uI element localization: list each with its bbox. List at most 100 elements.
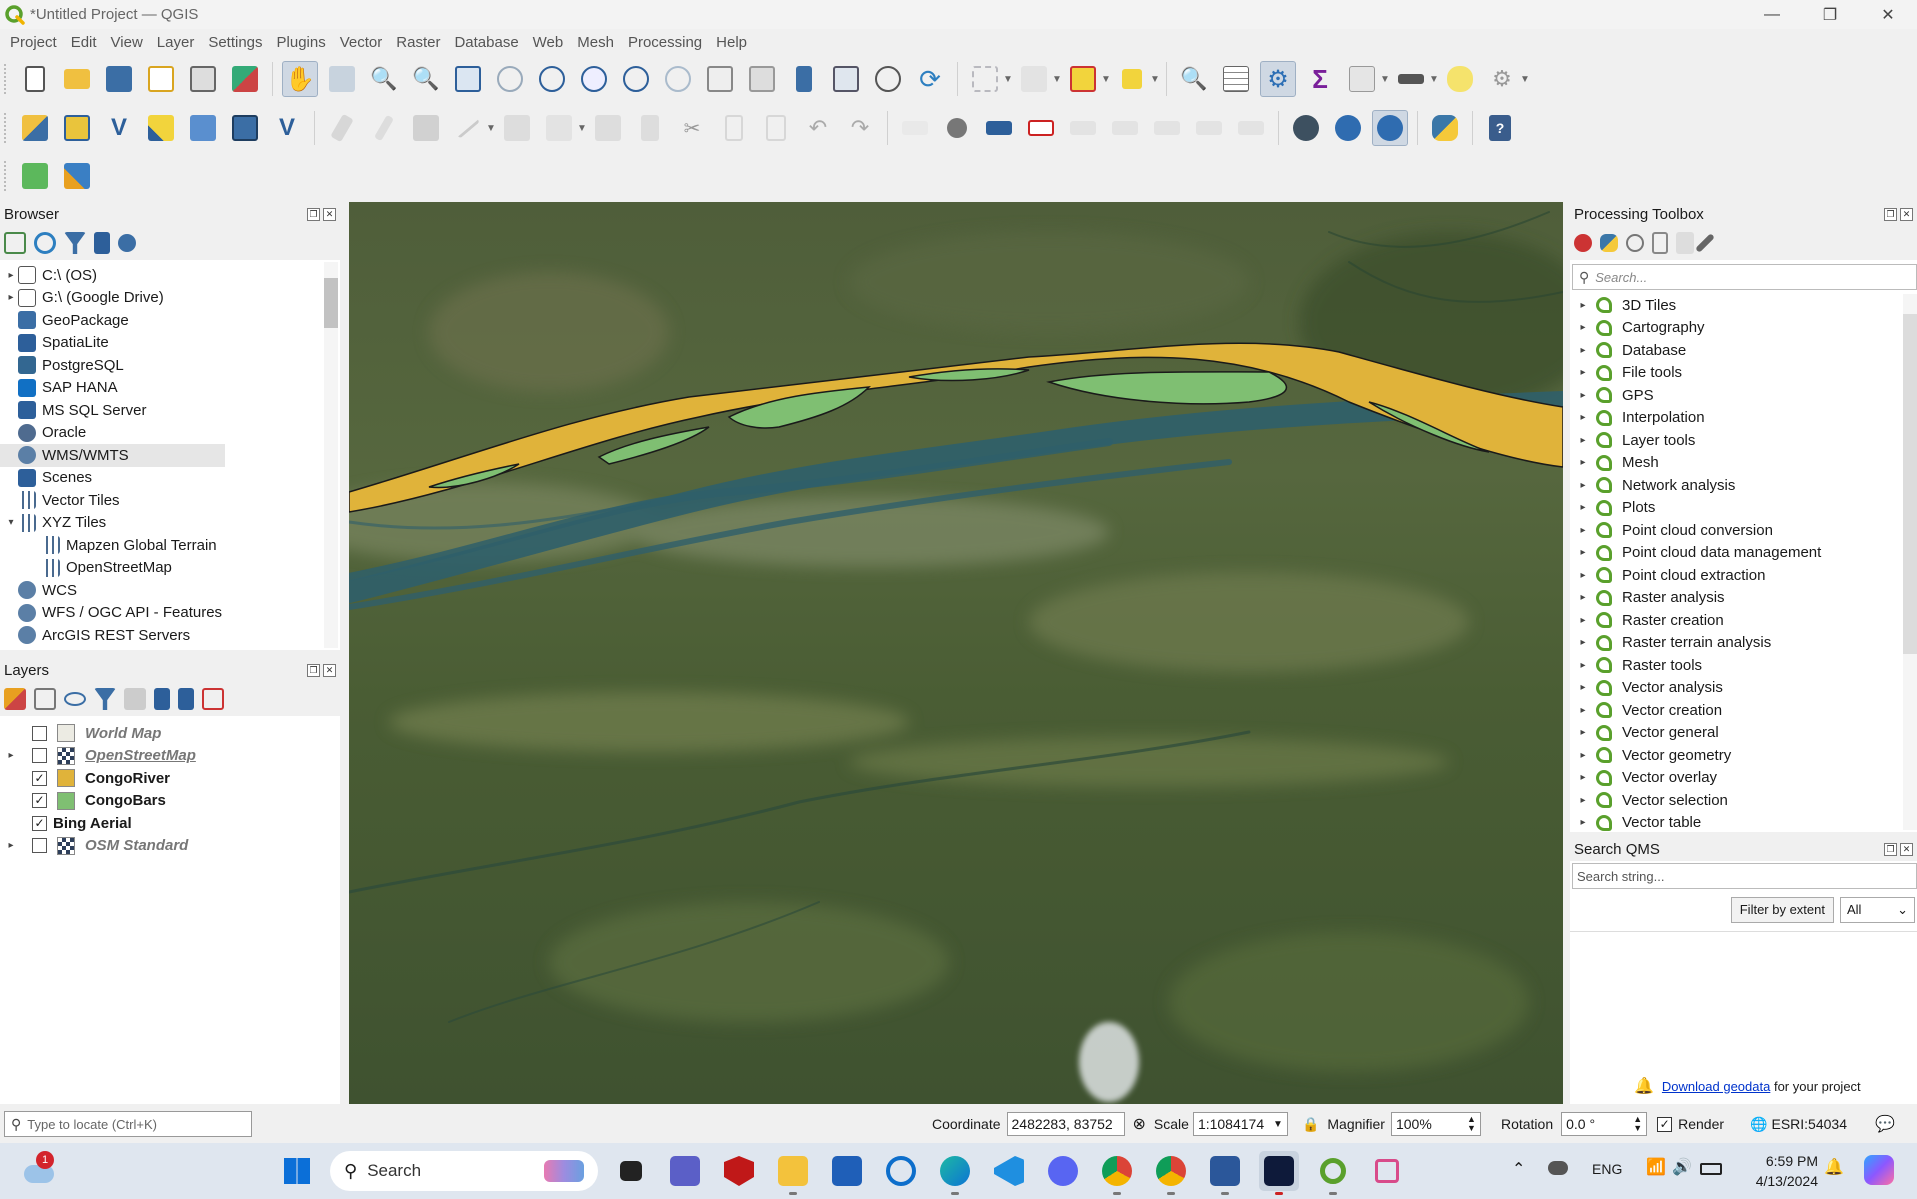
processing-group[interactable]: ▸ Point cloud extraction <box>1570 564 1917 587</box>
taskbar-app-cortana[interactable] <box>881 1151 921 1191</box>
taskbar-app-teams[interactable] <box>665 1151 705 1191</box>
search-qms-button[interactable] <box>1372 110 1408 146</box>
new-map-view-button[interactable] <box>702 61 738 97</box>
close-panel-button[interactable]: ✕ <box>1900 207 1913 221</box>
chevron-right-icon[interactable]: ▸ <box>4 292 18 303</box>
chevron-right-icon[interactable]: ▸ <box>1576 390 1590 401</box>
menu-edit[interactable]: Edit <box>65 34 105 51</box>
browser-item[interactable]: ArcGIS REST Servers <box>0 624 340 644</box>
browser-item[interactable]: ▸ G:\ (Google Drive) <box>0 287 340 310</box>
processing-group[interactable]: ▸ Vector selection <box>1570 789 1917 812</box>
style-layer-icon[interactable] <box>4 688 26 710</box>
menu-web[interactable]: Web <box>527 34 572 51</box>
processing-group[interactable]: ▸ Raster creation <box>1570 609 1917 632</box>
taskbar-app-qgis[interactable] <box>1313 1151 1353 1195</box>
add-selected-layers-icon[interactable] <box>4 232 26 254</box>
taskbar-app-mcafee[interactable] <box>719 1151 759 1191</box>
crs-label[interactable]: ESRI:54034 <box>1771 1116 1847 1132</box>
menu-processing[interactable]: Processing <box>622 34 710 51</box>
processing-group[interactable]: ▸ Vector overlay <box>1570 767 1917 790</box>
chevron-down-icon[interactable]: ▾ <box>4 517 18 528</box>
new-shapefile-button[interactable]: V <box>101 110 137 146</box>
visibility-eye-icon[interactable] <box>64 692 86 706</box>
python-scripts-icon[interactable] <box>1600 234 1618 252</box>
processing-group[interactable]: ▸ Point cloud conversion <box>1570 519 1917 542</box>
copy-features-button[interactable] <box>716 110 752 146</box>
collapse-all-icon[interactable] <box>94 232 110 254</box>
processing-search-box[interactable]: ⚲ Search... <box>1572 264 1917 290</box>
options-wrench-icon[interactable] <box>1695 233 1715 253</box>
quick-osm-button[interactable] <box>17 158 53 194</box>
style-manager-button[interactable] <box>227 61 263 97</box>
refresh-icon[interactable] <box>34 232 56 254</box>
filter-icon[interactable] <box>64 232 86 254</box>
refresh-button[interactable]: ⟳ <box>912 61 948 97</box>
current-edits-button[interactable] <box>324 110 360 146</box>
layer-item[interactable]: World Map <box>0 722 340 745</box>
chevron-right-icon[interactable]: ▸ <box>1576 705 1590 716</box>
plugin-tool-button[interactable] <box>59 158 95 194</box>
processing-toolbox-button[interactable]: ⚙ <box>1260 61 1296 97</box>
wifi-icon[interactable]: 📶 <box>1646 1157 1666 1177</box>
toolbar-grip[interactable] <box>4 64 10 94</box>
label-pin-button[interactable] <box>981 110 1017 146</box>
chevron-right-icon[interactable]: ▸ <box>1576 615 1590 626</box>
show-bookmarks-button[interactable] <box>828 61 864 97</box>
toggle-editing-button[interactable] <box>366 110 402 146</box>
redo-button[interactable]: ↷ <box>842 110 878 146</box>
filter-by-extent-button[interactable]: Filter by extent <box>1730 897 1834 923</box>
quick-map-services-button[interactable] <box>1330 110 1366 146</box>
add-group-icon[interactable] <box>34 688 56 710</box>
history-icon[interactable] <box>1626 234 1644 252</box>
new-virtual-layer-button[interactable] <box>185 110 221 146</box>
browser-item[interactable]: ▸ C:\ (OS) <box>0 264 340 287</box>
chevron-right-icon[interactable]: ▸ <box>1576 795 1590 806</box>
qms-button[interactable] <box>1288 110 1324 146</box>
messages-icon[interactable]: 💬 <box>1875 1114 1895 1134</box>
zoom-out-button[interactable]: 🔍 <box>408 61 444 97</box>
taskbar-app-audio[interactable] <box>1259 1151 1299 1195</box>
zoom-full-button[interactable] <box>450 61 486 97</box>
select-by-value-button[interactable] <box>1016 61 1052 97</box>
chevron-right-icon[interactable]: ▸ <box>1576 817 1590 828</box>
open-field-calculator-button[interactable] <box>1344 61 1380 97</box>
new-project-button[interactable] <box>17 61 53 97</box>
chevron-right-icon[interactable]: ▸ <box>1576 502 1590 513</box>
browser-item[interactable]: ▾ XYZ Tiles <box>0 512 340 535</box>
label-move-button[interactable] <box>1065 110 1101 146</box>
processing-group[interactable]: ▸ Raster tools <box>1570 654 1917 677</box>
processing-scroll-thumb[interactable] <box>1903 314 1917 654</box>
processing-group[interactable]: ▸ Mesh <box>1570 452 1917 475</box>
coordinate-field[interactable]: 2482283, 83752 <box>1006 1112 1125 1136</box>
browser-item[interactable]: GeoPackage <box>0 309 340 332</box>
browser-item[interactable]: PostgreSQL <box>0 354 340 377</box>
browser-item[interactable]: MS SQL Server <box>0 399 340 422</box>
label-properties-button[interactable] <box>1191 110 1227 146</box>
collapse-all-icon[interactable] <box>178 688 194 710</box>
layer-visibility-checkbox[interactable]: ✓ <box>32 770 47 786</box>
chevron-right-icon[interactable]: ▸ <box>1576 345 1590 356</box>
expand-all-icon[interactable] <box>154 688 170 710</box>
browser-item[interactable]: SpatiaLite <box>0 332 340 355</box>
layer-visibility-checkbox[interactable]: ✓ <box>32 815 47 831</box>
close-panel-button[interactable]: ✕ <box>323 207 336 221</box>
results-viewer-icon[interactable] <box>1652 232 1668 254</box>
layer-labeling-button[interactable] <box>897 110 933 146</box>
browser-item[interactable]: WFS / OGC API - Features <box>0 602 340 625</box>
float-panel-button[interactable]: ❐ <box>1884 207 1897 221</box>
data-source-manager-button[interactable] <box>17 110 53 146</box>
in-place-edit-icon[interactable] <box>1676 232 1694 254</box>
layout-manager-button[interactable] <box>185 61 221 97</box>
processing-group[interactable]: ▸ Vector creation <box>1570 699 1917 722</box>
add-vector-layer-button[interactable]: V <box>269 110 305 146</box>
chevron-right-icon[interactable]: ▸ <box>1576 750 1590 761</box>
minimize-button[interactable]: — <box>1743 0 1801 29</box>
browser-item[interactable]: WCS <box>0 579 340 602</box>
processing-group[interactable]: ▸ 3D Tiles <box>1570 294 1917 317</box>
onedrive-icon[interactable] <box>1548 1161 1568 1175</box>
menu-layer[interactable]: Layer <box>151 34 203 51</box>
filter-expression-icon[interactable] <box>124 688 146 710</box>
chevron-right-icon[interactable]: ▸ <box>1576 457 1590 468</box>
chevron-right-icon[interactable]: ▸ <box>1576 300 1590 311</box>
taskbar-app-chrome-1[interactable] <box>1097 1151 1137 1195</box>
